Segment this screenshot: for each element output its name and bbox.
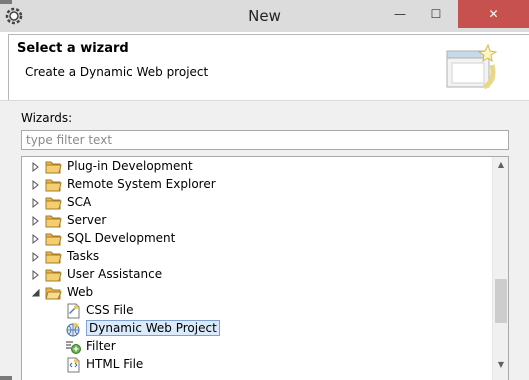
expand-arrow-icon[interactable] [31, 179, 41, 191]
tree-item-web[interactable]: Web [22, 284, 492, 302]
vertical-scrollbar[interactable]: ▲ ▼ [492, 157, 508, 380]
wizard-banner-icon [446, 43, 498, 90]
tree-item-html-file[interactable]: HTML File [22, 356, 492, 374]
close-button[interactable]: ✕ [458, 0, 529, 28]
tree-item-label: Filter [86, 339, 116, 353]
title-bar[interactable]: New — ☐ ✕ [0, 0, 529, 32]
wizard-page-title: Select a wizard [17, 41, 129, 56]
filter-input[interactable] [21, 130, 509, 150]
scrollbar-thumb[interactable] [495, 279, 507, 323]
scroll-up-button[interactable]: ▲ [493, 157, 508, 173]
minimize-button[interactable]: — [386, 0, 414, 28]
expand-arrow-icon[interactable] [31, 251, 41, 263]
folder-icon [45, 215, 62, 228]
tree-item-label: User Assistance [67, 267, 163, 281]
tree-item-tasks[interactable]: Tasks [22, 248, 492, 266]
new-wizard-dialog: New — ☐ ✕ Select a wizard Create a Dynam… [0, 0, 529, 380]
tree-item-css-file[interactable]: CSS File [22, 302, 492, 320]
folder-icon [45, 197, 62, 210]
tree-item-label: Remote System Explorer [67, 177, 216, 191]
tree-item-label: Tasks [67, 249, 100, 263]
tree-item-sca[interactable]: SCA [22, 194, 492, 212]
tree-item-remote-system-explorer[interactable]: Remote System Explorer [22, 176, 492, 194]
tree-item-sql-development[interactable]: SQL Development [22, 230, 492, 248]
expand-arrow-icon[interactable] [31, 269, 41, 281]
tree-item-label: Server [67, 213, 107, 227]
tree-item-server[interactable]: Server [22, 212, 492, 230]
css-file-icon [67, 303, 80, 319]
open-folder-icon [45, 287, 62, 300]
collapse-arrow-icon[interactable] [31, 287, 41, 299]
folder-icon [45, 161, 62, 174]
folder-icon [45, 233, 62, 246]
tree-item-user-assistance[interactable]: User Assistance [22, 266, 492, 284]
tree-item-plug-in-development[interactable]: Plug-in Development [22, 158, 492, 176]
tree-item-label: CSS File [86, 303, 134, 317]
expand-arrow-icon[interactable] [31, 161, 41, 173]
tree-item-label: Plug-in Development [67, 159, 193, 173]
maximize-button[interactable]: ☐ [422, 0, 450, 28]
window-corner [0, 0, 12, 4]
web-project-icon [66, 322, 80, 337]
expand-arrow-icon[interactable] [31, 233, 41, 245]
tree-item-dynamic-web-project[interactable]: Dynamic Web Project [22, 320, 492, 338]
tree-item-label: SCA [67, 195, 92, 209]
tree-item-label: Dynamic Web Project [86, 320, 220, 336]
tree-item-label: SQL Development [67, 231, 176, 245]
scroll-down-button[interactable]: ▼ [493, 357, 508, 373]
tree-item-label: HTML File [86, 357, 144, 371]
tree-item-label: Web [67, 285, 94, 299]
folder-icon [45, 269, 62, 282]
html-file-icon [67, 357, 80, 373]
window-corner [0, 376, 12, 380]
expand-arrow-icon[interactable] [31, 197, 41, 209]
filter-icon [66, 341, 81, 354]
folder-icon [45, 179, 62, 192]
expand-arrow-icon[interactable] [31, 215, 41, 227]
folder-icon [45, 251, 62, 264]
wizard-tree[interactable]: Plug-in Development Remote System Explor… [21, 156, 509, 380]
wizard-page-description: Create a Dynamic Web project [25, 65, 209, 79]
tree-item-filter[interactable]: Filter [22, 338, 492, 356]
wizards-label: Wizards: [21, 111, 73, 125]
